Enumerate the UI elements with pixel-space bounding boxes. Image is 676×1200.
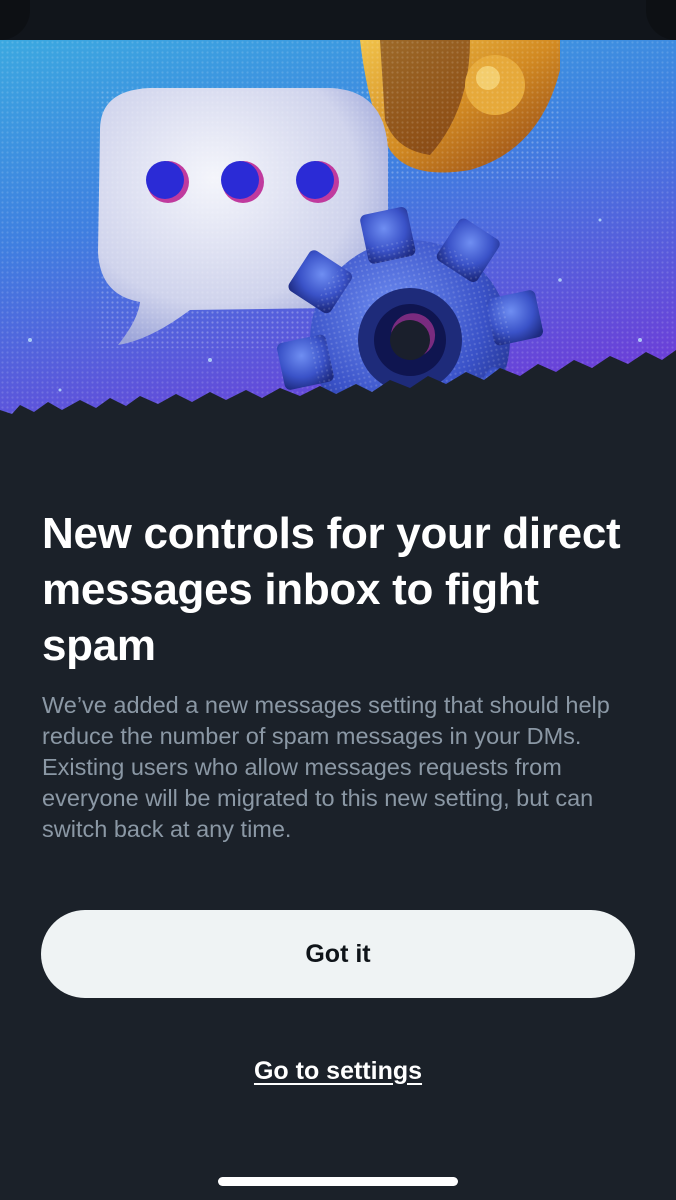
hero-illustration [0, 40, 676, 450]
dialog-title: New controls for your direct messages in… [42, 509, 621, 670]
go-to-settings-label: Go to settings [253, 1056, 423, 1085]
got-it-button[interactable]: Got it [41, 910, 635, 998]
dialog-content: New controls for your direct messages in… [42, 506, 636, 845]
home-indicator[interactable] [218, 1177, 458, 1186]
sheet-top-edge [0, 0, 676, 40]
dialog-description: We’ve added a new messages setting that … [42, 692, 610, 842]
announcement-sheet: New controls for your direct messages in… [0, 0, 676, 1200]
go-to-settings-link[interactable]: Go to settings [0, 1050, 676, 1092]
